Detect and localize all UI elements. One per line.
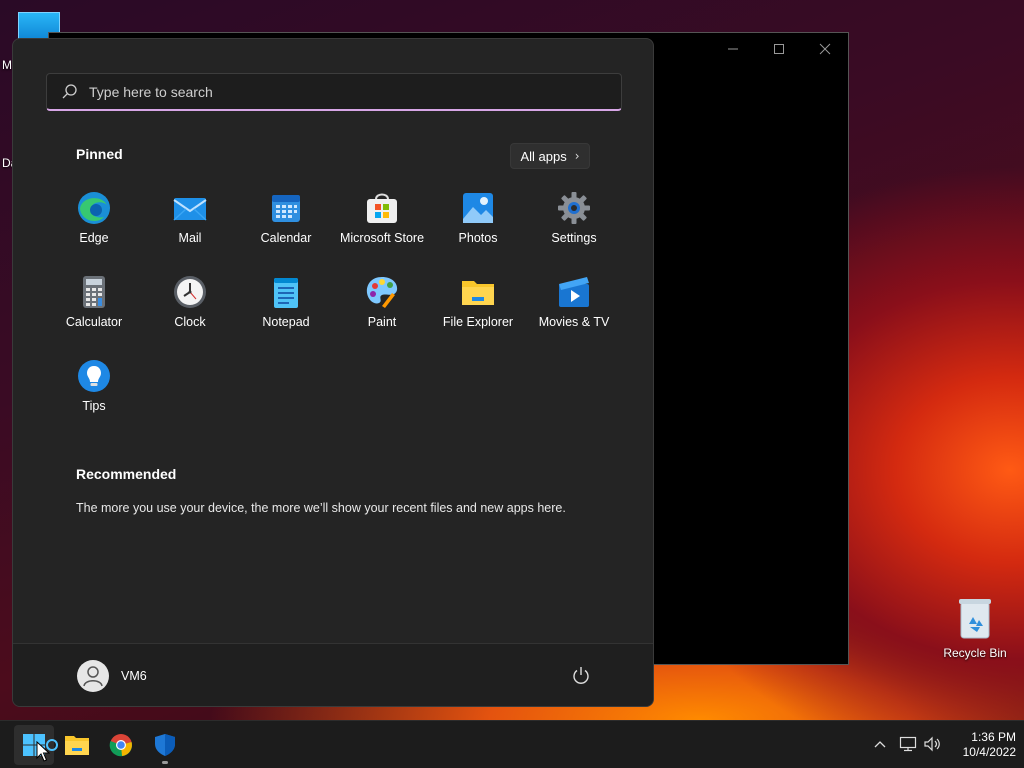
- maximize-icon: [774, 44, 784, 54]
- app-label: Paint: [367, 315, 397, 329]
- taskbar-chrome[interactable]: [101, 725, 141, 765]
- speaker-icon: [924, 736, 940, 752]
- recommended-heading: Recommended: [76, 466, 177, 482]
- app-label: Clock: [174, 315, 206, 329]
- recycle-bin-label: Recycle Bin: [943, 646, 1007, 660]
- search-icon: [61, 83, 79, 101]
- pinned-app-clock[interactable]: Clock: [142, 275, 238, 329]
- clock-date: 10/4/2022: [962, 745, 1016, 759]
- gear-icon: [557, 191, 591, 225]
- paint-icon: [365, 275, 399, 309]
- app-label: Microsoft Store: [339, 231, 425, 245]
- taskbar-file-explorer[interactable]: [57, 725, 97, 765]
- pinned-app-file-explorer[interactable]: File Explorer: [430, 275, 526, 329]
- pinned-app-photos[interactable]: Photos: [430, 191, 526, 245]
- all-apps-button[interactable]: All apps ›: [510, 143, 590, 169]
- movies-icon: [557, 275, 591, 309]
- lightbulb-icon: [77, 359, 111, 393]
- chevron-right-icon: ›: [574, 149, 580, 163]
- start-footer: VM6: [13, 643, 653, 706]
- taskbar-clock[interactable]: 1:36 PM 10/4/2022: [946, 730, 1016, 760]
- chevron-up-icon: [874, 741, 886, 748]
- pinned-app-movies-tv[interactable]: Movies & TV: [526, 275, 622, 329]
- edge-icon: [77, 191, 111, 225]
- user-name[interactable]: VM6: [121, 669, 147, 683]
- show-hidden-icons-button[interactable]: [869, 733, 891, 755]
- pinned-app-edge[interactable]: Edge: [46, 191, 142, 245]
- power-button[interactable]: [569, 664, 593, 688]
- folder-icon: [65, 736, 89, 755]
- app-label: File Explorer: [442, 315, 514, 329]
- app-label: Calendar: [260, 231, 312, 245]
- pinned-heading: Pinned: [76, 146, 123, 162]
- mouse-cursor-icon: [36, 740, 51, 763]
- recycle-bin-icon: [957, 596, 993, 640]
- app-label: Edge: [79, 231, 109, 245]
- pinned-app-tips[interactable]: Tips: [46, 359, 142, 413]
- pinned-app-calendar[interactable]: Calendar: [238, 191, 334, 245]
- minimize-button[interactable]: [710, 38, 756, 60]
- taskbar: 1:36 PM 10/4/2022: [0, 720, 1024, 768]
- mail-icon: [173, 191, 207, 225]
- clock-time: 1:36 PM: [971, 730, 1016, 744]
- start-menu: Type here to search Pinned All apps › Ed…: [12, 38, 654, 707]
- close-icon: [819, 43, 831, 55]
- minimize-icon: [728, 48, 738, 50]
- avatar[interactable]: [77, 660, 109, 692]
- maximize-button[interactable]: [756, 38, 802, 60]
- recycle-bin[interactable]: Recycle Bin: [938, 596, 1012, 660]
- search-placeholder: Type here to search: [89, 83, 213, 100]
- store-icon: [365, 191, 399, 225]
- app-label: Photos: [458, 231, 498, 245]
- pinned-app-paint[interactable]: Paint: [334, 275, 430, 329]
- user-icon: [83, 666, 103, 687]
- search-input[interactable]: Type here to search: [46, 73, 622, 111]
- volume-button[interactable]: [921, 733, 943, 755]
- app-label: Settings: [551, 231, 597, 245]
- calendar-icon: [269, 191, 303, 225]
- app-label: Mail: [178, 231, 202, 245]
- power-icon: [573, 667, 589, 684]
- app-label: Tips: [82, 399, 106, 413]
- running-indicator: [162, 761, 168, 764]
- desktop-label-fragment[interactable]: M: [2, 58, 12, 72]
- recommended-text: The more you use your device, the more w…: [76, 501, 566, 515]
- calculator-icon: [77, 275, 111, 309]
- taskbar-security[interactable]: [145, 725, 185, 765]
- pinned-app-mail[interactable]: Mail: [142, 191, 238, 245]
- app-label: Movies & TV: [538, 315, 610, 329]
- notepad-icon: [269, 275, 303, 309]
- pinned-app-settings[interactable]: Settings: [526, 191, 622, 245]
- network-icon: [899, 736, 917, 752]
- network-button[interactable]: [897, 733, 919, 755]
- all-apps-label: All apps: [520, 148, 567, 164]
- folder-icon: [461, 275, 495, 309]
- photos-icon: [461, 191, 495, 225]
- close-button[interactable]: [802, 38, 848, 60]
- chrome-icon: [109, 734, 133, 757]
- app-label: Notepad: [262, 315, 310, 329]
- pinned-app-microsoft-store[interactable]: Microsoft Store: [334, 191, 430, 245]
- pinned-app-notepad[interactable]: Notepad: [238, 275, 334, 329]
- pinned-app-calculator[interactable]: Calculator: [46, 275, 142, 329]
- clock-icon: [173, 275, 207, 309]
- shield-icon: [155, 734, 175, 756]
- app-label: Calculator: [65, 315, 123, 329]
